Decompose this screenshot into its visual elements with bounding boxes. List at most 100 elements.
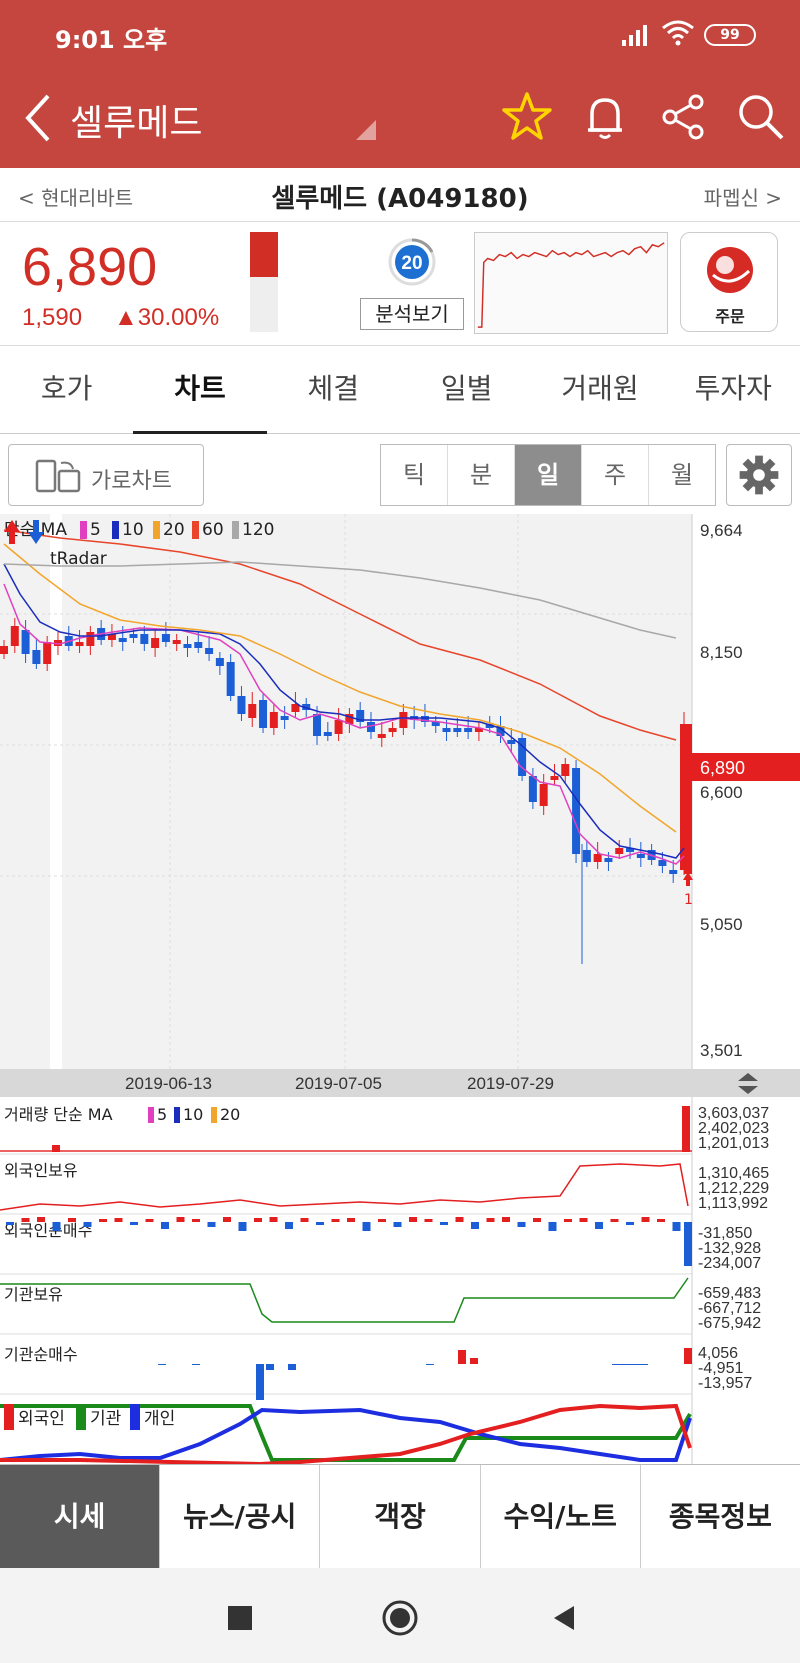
landscape-chart-button[interactable]: 가로차트 xyxy=(8,444,204,506)
analysis-score-badge[interactable]: 20 xyxy=(388,238,436,286)
candle-body xyxy=(248,704,257,718)
dropdown-corner-icon[interactable] xyxy=(356,120,376,140)
candle-body xyxy=(151,638,160,648)
current-price: 6,890 xyxy=(22,237,158,297)
battery-icon: 99 xyxy=(704,24,756,46)
period-week[interactable]: 주 xyxy=(582,445,649,505)
analysis-button[interactable]: 분석보기 xyxy=(360,298,464,330)
foreign-net-bar xyxy=(176,1217,185,1222)
tab-daily[interactable]: 일별 xyxy=(400,346,533,433)
foreign-net-bar xyxy=(672,1222,681,1231)
rotate-device-icon xyxy=(35,459,81,493)
order-button[interactable]: 주문 xyxy=(680,232,778,332)
volume-ma5-label: 5 xyxy=(157,1105,167,1124)
candle-body xyxy=(86,632,95,646)
bottom-tab-news[interactable]: 뉴스/공시 xyxy=(160,1465,321,1568)
ma20-swatch xyxy=(153,521,160,539)
wifi-icon xyxy=(662,20,694,46)
foreign-net-bar xyxy=(145,1219,154,1222)
candle-body xyxy=(194,642,203,648)
foreign-net-bar xyxy=(316,1222,324,1225)
foreign-net-bar xyxy=(130,1222,138,1225)
bottom-tab-quote[interactable]: 시세 xyxy=(0,1465,161,1568)
quote-panel: 6,890 1,590 ▲30.00% 20 분석보기 주문 xyxy=(0,222,800,346)
radar-label: tRadar xyxy=(50,549,107,569)
tab-trades[interactable]: 체결 xyxy=(267,346,400,433)
candle-body xyxy=(528,776,537,802)
investor-legend-foreign: 외국인 xyxy=(18,1409,65,1429)
bell-icon[interactable] xyxy=(578,90,632,144)
order-logo-icon xyxy=(707,247,753,293)
candle-body xyxy=(259,700,268,728)
price-change-pct: ▲30.00% xyxy=(114,304,220,331)
foreign-net-bar xyxy=(99,1219,107,1222)
period-minute[interactable]: 분 xyxy=(448,445,515,505)
candle-body xyxy=(32,650,41,664)
foreign-hold-label: 외국인보유 xyxy=(4,1161,78,1180)
period-tick[interactable]: 틱 xyxy=(381,445,448,505)
ma5-label: 5 xyxy=(90,520,101,540)
day-range-bar xyxy=(250,232,278,332)
foreign-net-bar xyxy=(610,1219,619,1222)
foreign-net-bar xyxy=(285,1222,293,1229)
candle-body xyxy=(388,728,397,732)
foreign-net-bar xyxy=(440,1222,448,1225)
foreign-net-label: 외국인순매수 xyxy=(4,1221,92,1240)
bottom-tab-lounge[interactable]: 객장 xyxy=(320,1465,481,1568)
stock-chart[interactable]: 9,664 8,150 6,890 6,600 5,050 3,501 단순 M… xyxy=(0,514,800,1464)
tab-investors[interactable]: 투자자 xyxy=(667,346,800,433)
home-circle-icon[interactable] xyxy=(380,1598,420,1638)
foreign-net-bar xyxy=(331,1219,340,1222)
candle-body xyxy=(269,712,278,728)
foreign-net-bar xyxy=(502,1217,510,1222)
x-tick-0: 2019-06-13 xyxy=(125,1074,212,1093)
y-tick-0: 9,664 xyxy=(700,521,743,540)
next-stock-link[interactable]: 파멥신 > xyxy=(704,182,782,211)
foreign-net-bar xyxy=(517,1222,526,1227)
candle-body xyxy=(0,646,8,654)
foreign-net-bar xyxy=(300,1218,309,1222)
candle-body xyxy=(118,638,127,642)
ma20-label: 20 xyxy=(163,520,185,540)
candle-body xyxy=(593,854,602,862)
signal-marker-label: 1 xyxy=(684,892,693,908)
candle-body xyxy=(658,860,667,866)
foreign-net-bar xyxy=(564,1219,572,1222)
candle-body xyxy=(313,714,322,736)
foreign-net-bar xyxy=(595,1222,603,1229)
candle-body xyxy=(172,640,181,644)
candle-body xyxy=(205,648,214,654)
y-tick-3: 5,050 xyxy=(700,915,743,934)
candle-body xyxy=(561,764,570,776)
candle-body xyxy=(604,858,613,862)
bottom-tab-notes[interactable]: 수익/노트 xyxy=(480,1465,641,1568)
back-arrow-icon[interactable] xyxy=(20,92,56,144)
foreign-net-bar xyxy=(486,1218,495,1222)
tab-chart[interactable]: 차트 xyxy=(133,346,267,434)
candle-body xyxy=(453,728,462,732)
period-month[interactable]: 월 xyxy=(649,445,715,505)
candle-body xyxy=(161,634,170,642)
foreign-net-bar xyxy=(471,1222,479,1229)
recents-square-icon[interactable] xyxy=(220,1598,260,1638)
tab-hoga[interactable]: 호가 xyxy=(0,346,133,433)
share-icon[interactable] xyxy=(656,90,710,144)
bottom-tab-stock-info[interactable]: 종목정보 xyxy=(640,1465,800,1568)
candle-body xyxy=(334,720,343,734)
period-day[interactable]: 일 xyxy=(515,445,582,505)
y-tick-4: 3,501 xyxy=(700,1041,743,1060)
landscape-chart-label: 가로차트 xyxy=(91,469,172,494)
chart-canvas[interactable]: 9,664 8,150 6,890 6,600 5,050 3,501 단순 M… xyxy=(0,514,800,1464)
back-triangle-icon[interactable] xyxy=(544,1598,584,1638)
search-icon[interactable] xyxy=(734,90,788,144)
candle-body xyxy=(183,644,192,648)
candle-body xyxy=(615,848,624,854)
gear-icon[interactable] xyxy=(726,444,792,506)
candle-body xyxy=(539,784,548,806)
star-icon[interactable] xyxy=(500,90,554,144)
foreign-net-bar xyxy=(192,1219,200,1222)
candle-body xyxy=(572,768,581,854)
foreign-hold-tick-2: 1,113,992 xyxy=(698,1195,768,1212)
tab-brokers[interactable]: 거래원 xyxy=(533,346,666,433)
foreign-net-bar-latest xyxy=(684,1222,692,1266)
